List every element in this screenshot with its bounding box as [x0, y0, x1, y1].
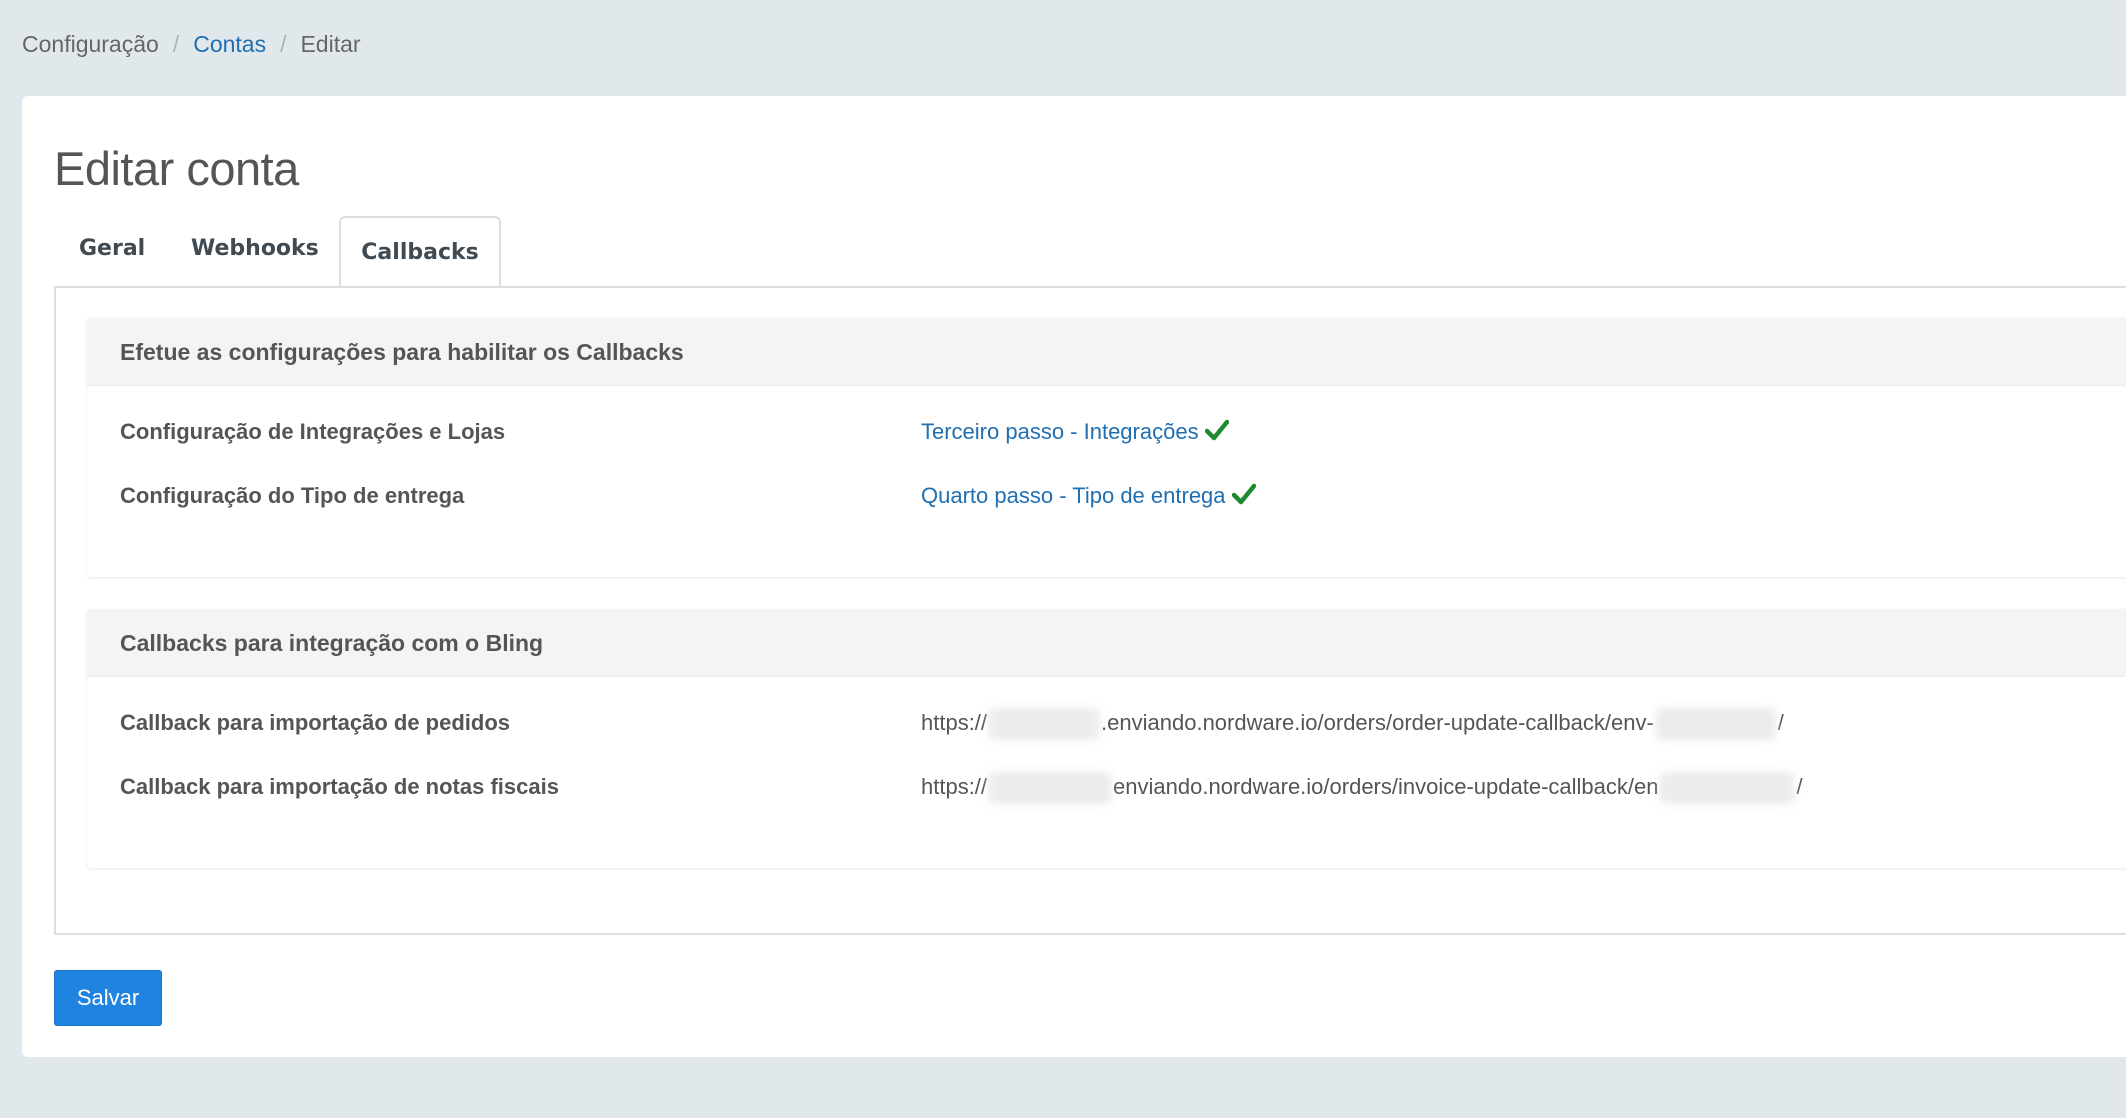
edit-account-card: Editar conta Geral Webhooks Callbacks Ef… [22, 96, 2126, 1057]
setup-panel-heading: Efetue as configurações para habilitar o… [87, 318, 2126, 386]
breadcrumb-separator: / [280, 31, 287, 57]
tab-callbacks[interactable]: Callbacks [339, 216, 501, 286]
tab-geral[interactable]: Geral [79, 234, 145, 264]
setup-row-delivery-type: Configuração do Tipo de entrega Quarto p… [120, 476, 2126, 516]
callbacks-panel-heading: Callbacks para integração com o Bling [87, 609, 2126, 677]
tab-webhooks[interactable]: Webhooks [191, 234, 319, 264]
url-prefix: https:// [921, 710, 988, 735]
url-suffix: / [1777, 710, 1784, 735]
redacted-env-id [1655, 708, 1776, 741]
integrations-step-link[interactable]: Terceiro passo - Integrações [921, 419, 1199, 444]
callback-row-label: Callback para importação de pedidos [120, 710, 511, 735]
page-title: Editar conta [54, 142, 299, 195]
orders-callback-url[interactable]: https:// .enviando.nordware.io/orders/ord… [921, 703, 1784, 743]
breadcrumb-separator: / [172, 31, 180, 57]
callbacks-panel: Callbacks para integração com o Bling Ca… [87, 609, 2126, 868]
breadcrumb-configuracao[interactable]: Configuração [22, 31, 159, 57]
breadcrumb-editar: Editar [300, 31, 361, 57]
check-icon [1231, 478, 1256, 518]
check-icon [1204, 414, 1229, 454]
redacted-subdomain [989, 772, 1112, 805]
setup-row-integrations: Configuração de Integrações e Lojas Terc… [120, 412, 2126, 452]
breadcrumb-contas-link[interactable]: Contas [193, 31, 266, 57]
setup-row-value: Terceiro passo - Integrações [921, 412, 1229, 454]
delivery-type-step-link[interactable]: Quarto passo - Tipo de entrega [921, 483, 1226, 508]
redacted-subdomain [989, 708, 1100, 741]
setup-panel: Efetue as configurações para habilitar o… [87, 318, 2126, 577]
callback-row-label: Callback para importação de notas fiscai… [120, 774, 559, 799]
setup-row-value: Quarto passo - Tipo de entrega [921, 476, 1256, 518]
url-prefix: https:// [921, 774, 988, 799]
url-middle: enviando.nordware.io/orders/invoice-upda… [1113, 774, 1659, 799]
redacted-env-id [1660, 772, 1795, 805]
callback-row-orders: Callback para importação de pedidos http… [120, 703, 2126, 743]
setup-row-label: Configuração de Integrações e Lojas [120, 419, 506, 444]
callback-row-invoices: Callback para importação de notas fiscai… [120, 767, 2126, 807]
invoices-callback-url[interactable]: https:// enviando.nordware.io/orders/invo… [921, 767, 1803, 807]
callbacks-tab-content: Efetue as configurações para habilitar o… [54, 286, 2126, 935]
url-suffix: / [1796, 774, 1803, 799]
save-button[interactable]: Salvar [54, 970, 162, 1026]
setup-row-label: Configuração do Tipo de entrega [120, 483, 465, 508]
breadcrumb: Configuração / Contas / Editar [22, 28, 361, 60]
url-middle: .enviando.nordware.io/orders/order-updat… [1101, 710, 1654, 735]
